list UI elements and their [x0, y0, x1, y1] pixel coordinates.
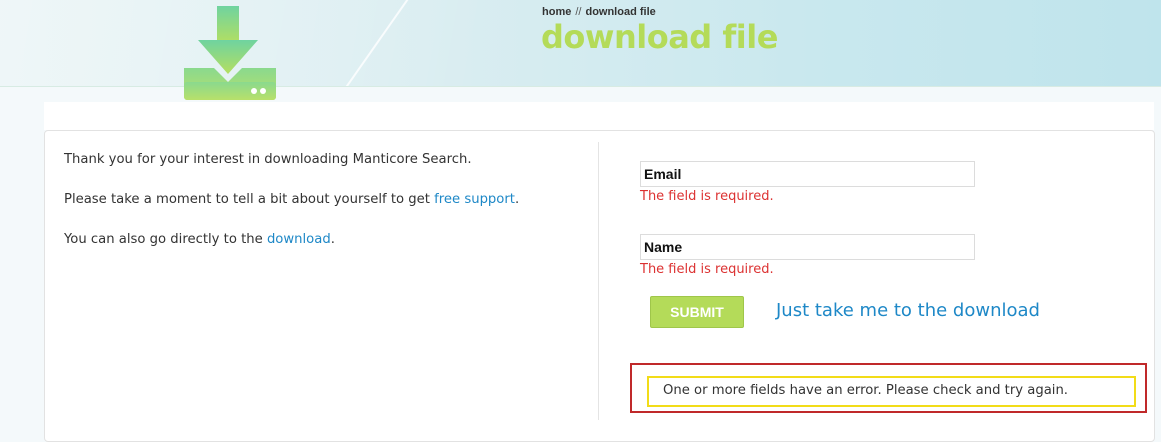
intro-support-prefix: Please take a moment to tell a bit about…	[64, 192, 435, 207]
name-field[interactable]: Name	[640, 234, 975, 260]
breadcrumb-separator: //	[575, 6, 582, 18]
download-link-inline[interactable]: download	[267, 232, 331, 247]
breadcrumb: home //download file	[542, 6, 656, 18]
intro-support-text: Please take a moment to tell a bit about…	[64, 192, 519, 207]
page-header: home //download file download file	[0, 0, 1161, 87]
email-error: The field is required.	[640, 189, 774, 204]
free-support-link[interactable]: free support	[434, 192, 515, 207]
intro-thanks-line: Thank you for your interest in downloadi…	[64, 152, 472, 167]
breadcrumb-home-link[interactable]: home	[542, 6, 571, 18]
intro-thanks-text: Thank you for your interest in downloadi…	[64, 152, 472, 167]
column-divider	[598, 142, 599, 420]
intro-download-suffix: .	[330, 232, 335, 247]
email-field[interactable]: Email	[640, 161, 975, 187]
page-title: download file	[541, 18, 778, 56]
take-me-to-download-link[interactable]: Just take me to the download	[776, 300, 1040, 321]
submit-button[interactable]: SUBMIT	[650, 296, 744, 328]
intro-download-text: You can also go directly to the download…	[64, 232, 335, 247]
form-error-message: One or more fields have an error. Please…	[647, 376, 1136, 407]
content-top-strip	[44, 102, 1154, 130]
intro-download-prefix: You can also go directly to the	[64, 232, 267, 247]
name-error: The field is required.	[640, 262, 774, 277]
intro-support-suffix: .	[514, 192, 520, 207]
download-tray-icon	[178, 4, 282, 116]
breadcrumb-current: download file	[585, 6, 656, 18]
